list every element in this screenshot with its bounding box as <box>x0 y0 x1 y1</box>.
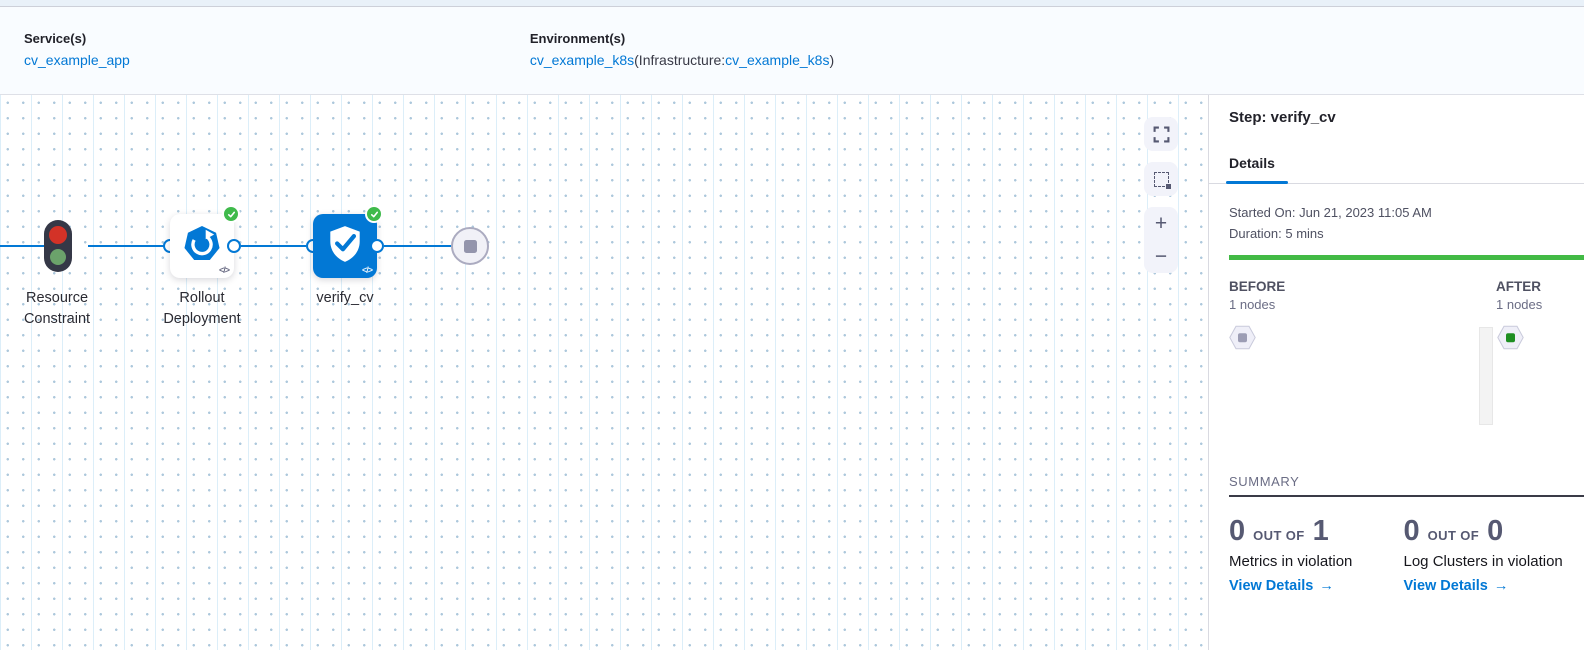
summary-label: SUMMARY <box>1229 474 1299 489</box>
after-count: 1 nodes <box>1496 297 1542 312</box>
edge-line <box>88 245 167 247</box>
rollout-deployment-label: Rollout Deployment <box>140 288 264 330</box>
metrics-violation-count: 0 <box>1229 515 1245 548</box>
metrics-summary: 0 OUT OF 1 Metrics in violation View Det… <box>1229 515 1404 594</box>
marquee-select-button[interactable] <box>1144 162 1178 196</box>
environment-link[interactable]: cv_example_k8s <box>530 52 634 68</box>
resource-constraint-label: Resource Constraint <box>0 288 119 330</box>
zoom-controls: + − <box>1144 207 1178 273</box>
service-link[interactable]: cv_example_app <box>24 52 130 68</box>
environment-value: cv_example_k8s(Infrastructure:cv_example… <box>530 52 834 68</box>
stop-icon <box>464 240 477 253</box>
infrastructure-suffix: ) <box>829 52 834 68</box>
after-label: AFTER <box>1496 279 1541 294</box>
rollout-deployment-icon <box>183 225 221 268</box>
verify-cv-label: verify_cv <box>283 288 407 309</box>
zoom-in-button[interactable]: + <box>1144 207 1178 240</box>
code-icon: </> <box>219 265 229 275</box>
summary-columns: 0 OUT OF 1 Metrics in violation View Det… <box>1229 515 1578 594</box>
traffic-red-light <box>49 226 67 244</box>
fullscreen-button[interactable] <box>1144 117 1178 151</box>
success-check-badge <box>222 205 240 223</box>
service-label: Service(s) <box>24 31 130 46</box>
pipeline-end-node <box>451 227 489 265</box>
resource-constraint-node[interactable] <box>44 220 72 272</box>
view-details-text: View Details <box>1404 578 1488 594</box>
environment-label: Environment(s) <box>530 31 834 46</box>
edge-line <box>384 245 452 247</box>
view-details-text: View Details <box>1229 578 1313 594</box>
connector-port <box>370 239 384 253</box>
before-count: 1 nodes <box>1229 297 1275 312</box>
browser-top-strip <box>0 0 1584 7</box>
connector-port <box>227 239 241 253</box>
panel-title: Step: verify_cv <box>1229 109 1336 126</box>
arrow-right-icon: → <box>1319 578 1334 594</box>
arrow-right-icon: → <box>1494 578 1509 594</box>
out-of-label: OUT OF <box>1253 528 1305 543</box>
infrastructure-link[interactable]: cv_example_k8s <box>725 52 829 68</box>
verify-cv-node[interactable]: </> <box>313 214 377 278</box>
before-after-divider <box>1479 327 1493 425</box>
logs-view-details-link[interactable]: View Details → <box>1404 578 1579 594</box>
started-on-text: Started On: Jun 21, 2023 11:05 AM <box>1229 205 1432 220</box>
metrics-view-details-link[interactable]: View Details → <box>1229 578 1404 594</box>
infrastructure-prefix: (Infrastructure: <box>634 52 725 68</box>
step-details-panel: Step: verify_cv Details Started On: Jun … <box>1208 95 1584 650</box>
active-tab-indicator <box>1226 181 1288 184</box>
logs-counts: 0 OUT OF 0 <box>1404 515 1504 548</box>
metrics-counts: 0 OUT OF 1 <box>1229 515 1329 548</box>
fullscreen-icon <box>1152 125 1171 144</box>
rollout-deployment-node[interactable]: </> <box>170 214 234 278</box>
tab-details[interactable]: Details <box>1229 155 1275 171</box>
marquee-select-icon <box>1154 172 1169 187</box>
before-label: BEFORE <box>1229 279 1285 294</box>
logs-caption: Log Clusters in violation <box>1404 553 1579 570</box>
duration-text: Duration: 5 mins <box>1229 226 1324 241</box>
code-icon: </> <box>362 265 372 275</box>
logs-summary: 0 OUT OF 0 Log Clusters in violation Vie… <box>1404 515 1579 594</box>
traffic-green-light <box>50 249 66 265</box>
execution-context-header: Service(s) cv_example_app Environment(s)… <box>0 7 1584 95</box>
edge-line <box>0 245 45 247</box>
metrics-caption: Metrics in violation <box>1229 553 1404 570</box>
edge-line <box>241 245 306 247</box>
shield-check-icon <box>324 223 366 270</box>
logs-violation-count: 0 <box>1404 515 1420 548</box>
out-of-label: OUT OF <box>1428 528 1480 543</box>
step-progress-bar <box>1229 255 1584 260</box>
environment-group: Environment(s) cv_example_k8s(Infrastruc… <box>530 31 834 68</box>
service-group: Service(s) cv_example_app <box>24 31 130 68</box>
success-check-badge <box>365 205 383 223</box>
pipeline-canvas[interactable]: Resource Constraint </> Rollout Deployme… <box>0 95 1208 650</box>
before-node-hexagon[interactable] <box>1229 325 1256 355</box>
summary-divider <box>1229 495 1584 497</box>
zoom-out-button[interactable]: − <box>1144 240 1178 273</box>
logs-total-count: 0 <box>1487 515 1503 548</box>
after-node-hexagon[interactable] <box>1497 325 1524 355</box>
metrics-total-count: 1 <box>1313 515 1329 548</box>
